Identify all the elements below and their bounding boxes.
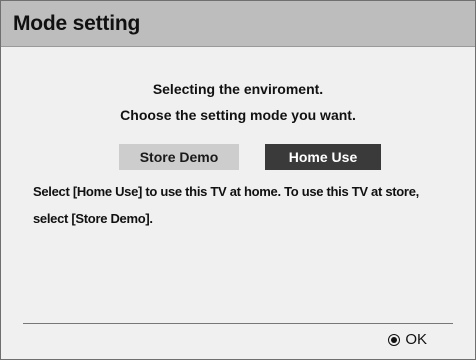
ok-hint[interactable]: OK	[388, 331, 427, 348]
footer-divider	[23, 323, 453, 324]
environment-heading: Selecting the enviroment.	[152, 81, 324, 97]
title-bar: Mode setting	[1, 1, 475, 47]
ok-label: OK	[405, 331, 427, 348]
home-use-button[interactable]: Home Use	[265, 144, 381, 170]
instruction-text: Choose the setting mode you want.	[120, 107, 356, 123]
dialog-title: Mode setting	[13, 12, 141, 35]
mode-setting-dialog: Mode setting Selecting the enviroment. C…	[0, 0, 476, 360]
mode-description: Select [Home Use] to use this TV at home…	[33, 184, 419, 226]
store-demo-button[interactable]: Store Demo	[119, 144, 239, 170]
ok-button-icon	[388, 333, 401, 346]
